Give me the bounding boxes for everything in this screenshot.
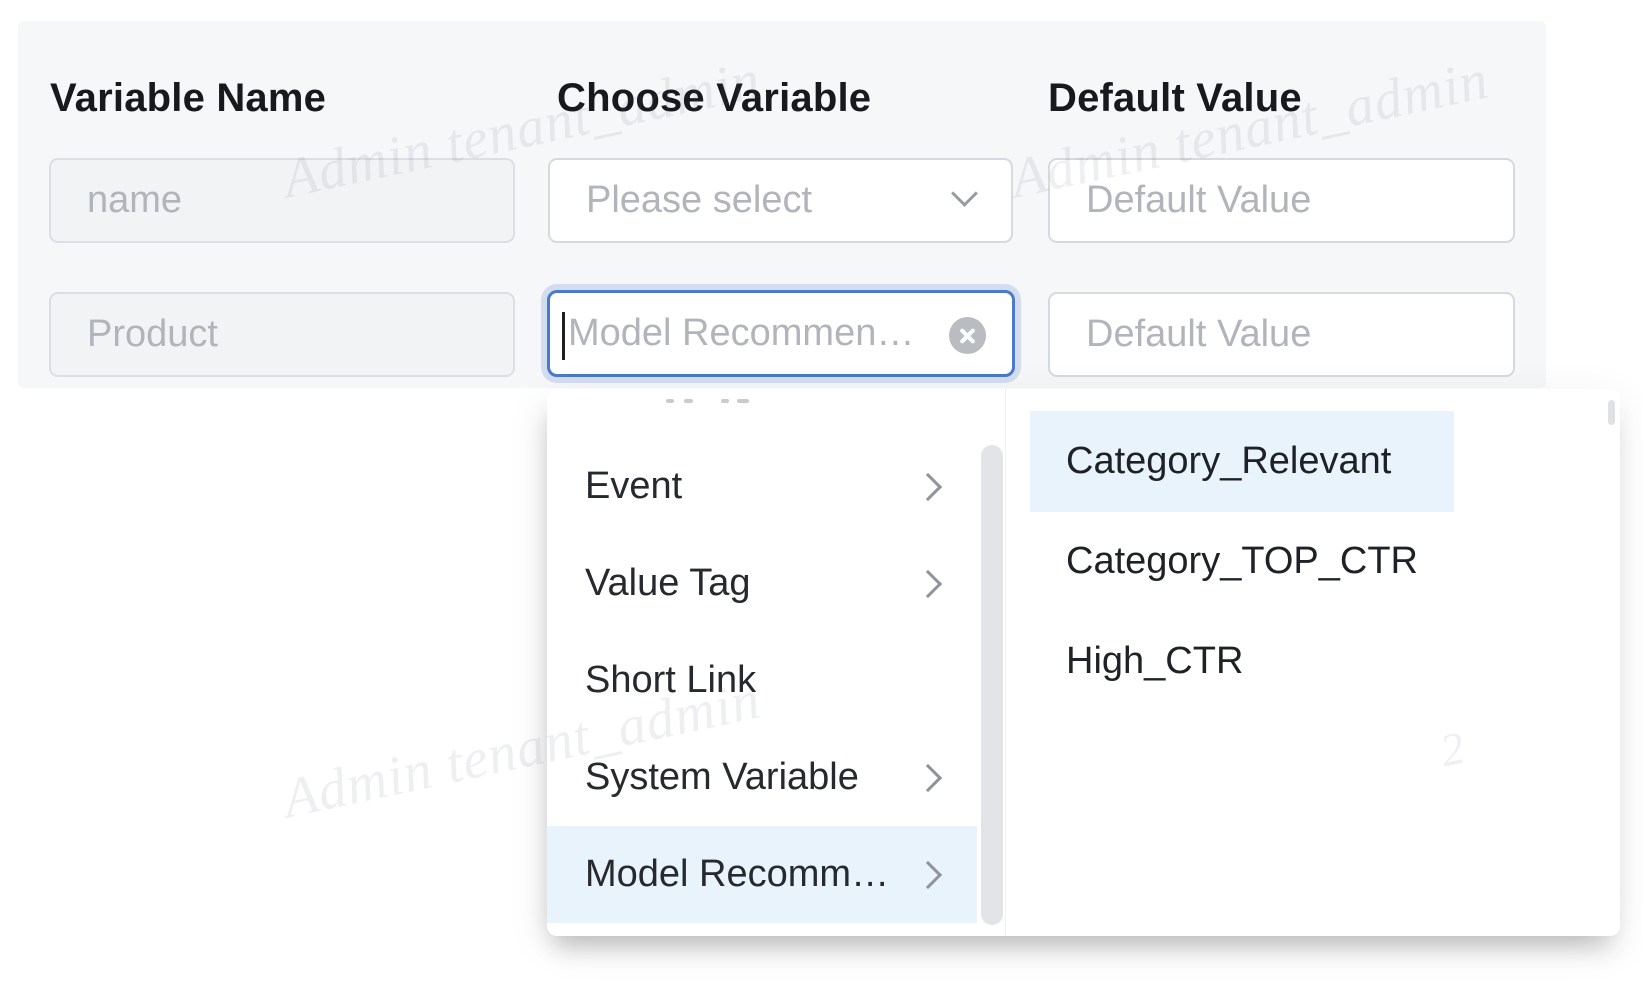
level1-scrollbar-thumb[interactable] [981, 445, 1003, 925]
clipped-item-remnant [684, 399, 693, 403]
choose-variable-select-row1[interactable]: Please select [548, 158, 1013, 243]
option-label: Category_Relevant [1066, 440, 1391, 483]
text-cursor [562, 312, 565, 360]
default-value-input-row1[interactable]: Default Value [1048, 158, 1515, 243]
variable-name-placeholder-row2: Product [51, 313, 218, 356]
option-label: Category_TOP_CTR [1066, 540, 1418, 583]
label-default-value: Default Value [1048, 76, 1302, 121]
cascader-option-value-tag[interactable]: Value Tag [547, 535, 977, 632]
label-choose-variable: Choose Variable [557, 76, 871, 121]
option-label: System Variable [585, 756, 859, 799]
cascader-level2-menu: Category_Relevant Category_TOP_CTR High_… [1006, 389, 1620, 936]
cascader-option-system-variable[interactable]: System Variable [547, 729, 977, 826]
cascader-option-event[interactable]: Event [547, 438, 977, 535]
chevron-right-icon [914, 472, 942, 500]
chevron-right-icon [914, 763, 942, 791]
clear-icon[interactable] [949, 317, 986, 354]
option-label: Model Recomm… [585, 853, 889, 896]
option-label: Value Tag [585, 562, 751, 605]
level2-scrollbar-thumb[interactable] [1608, 400, 1615, 425]
option-label: High_CTR [1066, 640, 1243, 683]
screen: Variable Name Choose Variable Default Va… [0, 0, 1642, 996]
cascader-option-high-ctr[interactable]: High_CTR [1030, 611, 1283, 712]
cascader-option-short-link[interactable]: Short Link [547, 632, 977, 729]
variable-name-placeholder-row1: name [51, 179, 182, 222]
variable-name-input-row2[interactable]: Product [49, 292, 515, 377]
choose-variable-value-row2: Model Recommen… [550, 312, 914, 355]
default-value-placeholder-row1: Default Value [1050, 179, 1311, 222]
chevron-right-icon [914, 569, 942, 597]
cascader-dropdown: Event Value Tag Short Link System Variab… [547, 389, 1620, 936]
clipped-item-remnant [721, 399, 729, 403]
cascader-option-category-top-ctr[interactable]: Category_TOP_CTR [1030, 511, 1458, 612]
chevron-right-icon [914, 860, 942, 888]
choose-variable-placeholder-row1: Please select [550, 179, 812, 222]
label-variable-name: Variable Name [50, 76, 326, 121]
choose-variable-select-row2-focused[interactable]: Model Recommen… [547, 290, 1015, 377]
cascader-option-category-relevant[interactable]: Category_Relevant [1030, 411, 1454, 512]
option-label: Event [585, 465, 682, 508]
option-label: Short Link [585, 659, 756, 702]
variable-name-input-row1[interactable]: name [49, 158, 515, 243]
clipped-item-remnant [666, 399, 674, 403]
chevron-down-icon [955, 190, 977, 204]
clipped-item-remnant [737, 399, 749, 403]
cascader-level1-menu: Event Value Tag Short Link System Variab… [547, 389, 1006, 936]
default-value-input-row2[interactable]: Default Value [1048, 292, 1515, 377]
default-value-placeholder-row2: Default Value [1050, 313, 1311, 356]
cascader-option-model-recommendation[interactable]: Model Recomm… [547, 826, 977, 923]
